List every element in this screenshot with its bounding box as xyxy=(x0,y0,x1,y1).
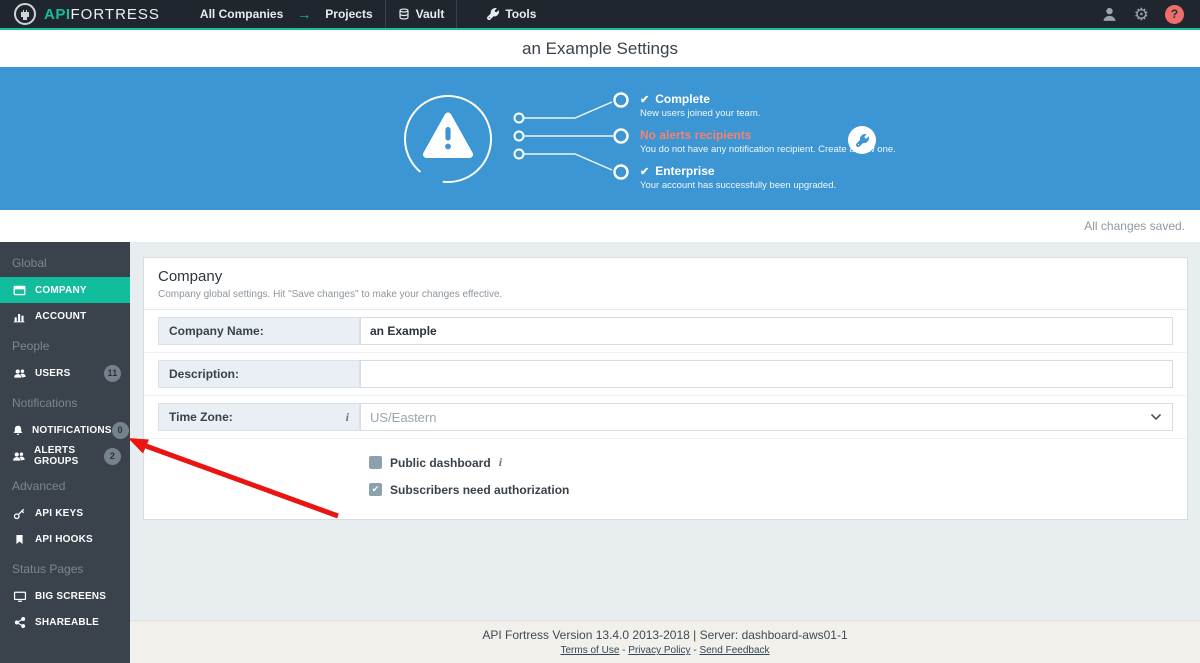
info-icon[interactable]: i xyxy=(499,455,502,470)
time-zone-select[interactable]: US/Eastern xyxy=(360,403,1173,431)
users-icon xyxy=(12,450,26,463)
settings-gear-icon[interactable]: ⚙ xyxy=(1134,6,1149,23)
sidebar-item-account[interactable]: ACCOUNT xyxy=(0,303,130,329)
sidebar-item-users[interactable]: USERS 11 xyxy=(0,360,130,386)
fix-alerts-button[interactable] xyxy=(848,126,876,154)
subscribers-authorization-checkbox[interactable]: ✔ Subscribers need authorization xyxy=(369,476,1187,503)
company-name-input[interactable] xyxy=(360,317,1173,345)
logo-text-api: API xyxy=(44,5,71,23)
nav-right-icons: ⚙ ? xyxy=(1101,4,1200,24)
description-row: Description: xyxy=(144,353,1187,396)
alerts-groups-count-badge: 2 xyxy=(104,447,121,465)
checkbox-group: Public dashboard i ✔ Subscribers need au… xyxy=(144,439,1187,519)
card-title: Company xyxy=(158,268,223,285)
send-feedback-link[interactable]: Send Feedback xyxy=(699,645,769,656)
help-icon[interactable]: ? xyxy=(1165,4,1184,24)
logo-text-fortress: FORTRESS xyxy=(70,5,160,23)
footer-links: Terms of Use - Privacy Policy - Send Fee… xyxy=(560,645,770,656)
public-dashboard-checkbox[interactable]: Public dashboard i xyxy=(369,449,1187,476)
banner-step-complete: ✔ Complete New users joined your team. xyxy=(640,92,761,119)
privacy-policy-link[interactable]: Privacy Policy xyxy=(628,645,690,656)
description-label: Description: xyxy=(158,360,360,388)
check-icon: ✔ xyxy=(640,93,650,106)
app-logo[interactable]: API FORTRESS xyxy=(14,3,160,25)
nav-tools[interactable]: Tools xyxy=(475,0,548,28)
status-banner: ✔ Complete New users joined your team. No… xyxy=(0,67,1200,210)
nav-all-companies[interactable]: All Companies xyxy=(188,0,295,28)
key-icon xyxy=(12,507,27,520)
notifications-count-badge: 0 xyxy=(111,421,129,439)
page-footer: API Fortress Version 13.4.0 2013-2018 | … xyxy=(130,620,1200,663)
checkbox-checked-icon: ✔ xyxy=(369,483,382,496)
breadcrumb-arrow-icon: → xyxy=(297,6,312,22)
sidebar-section-global: Global xyxy=(12,256,47,270)
users-icon xyxy=(12,367,27,380)
nav-vault[interactable]: Vault xyxy=(386,0,457,28)
sidebar-section-status-pages: Status Pages xyxy=(12,562,84,576)
company-icon xyxy=(12,284,27,297)
sidebar-item-alerts-groups[interactable]: ALERTS GROUPS 2 xyxy=(0,443,130,469)
sidebar-item-shareable[interactable]: SHAREABLE xyxy=(0,609,130,635)
sidebar-item-api-keys[interactable]: API KEYS xyxy=(0,500,130,526)
sidebar-section-notifications: Notifications xyxy=(12,396,78,410)
top-navbar: API FORTRESS All Companies → Projects Vau… xyxy=(0,0,1200,30)
sidebar-section-people: People xyxy=(12,339,50,353)
time-zone-label: Time Zone: i xyxy=(158,403,360,431)
sidebar-section-advanced: Advanced xyxy=(12,479,66,493)
description-input[interactable] xyxy=(360,360,1173,388)
company-name-row: Company Name: xyxy=(144,310,1187,353)
checkbox-unchecked-icon xyxy=(369,456,382,469)
banner-step-enterprise: ✔ Enterprise Your account has successfull… xyxy=(640,164,837,191)
card-subtitle: Company global settings. Hit "Save chang… xyxy=(158,289,503,300)
company-settings-card: Company Company global settings. Hit "Sa… xyxy=(143,257,1188,520)
info-icon[interactable]: i xyxy=(346,410,349,425)
monitor-icon xyxy=(12,590,27,603)
sidebar-item-big-screens[interactable]: BIG SCREENS xyxy=(0,583,130,609)
fortress-logo-icon xyxy=(14,3,36,25)
chart-icon xyxy=(12,310,27,323)
wrench-icon xyxy=(855,133,869,147)
check-icon: ✔ xyxy=(640,165,650,178)
chevron-down-icon xyxy=(1150,413,1162,421)
terms-of-use-link[interactable]: Terms of Use xyxy=(560,645,619,656)
sidebar-item-company[interactable]: COMPANY xyxy=(0,277,130,303)
user-account-icon[interactable] xyxy=(1101,6,1118,23)
main-content: Company Company global settings. Hit "Sa… xyxy=(130,242,1200,620)
page-title: an Example Settings xyxy=(0,30,1200,67)
save-status-text: All changes saved. xyxy=(1084,219,1185,233)
share-icon xyxy=(12,616,27,629)
time-zone-row: Time Zone: i US/Eastern xyxy=(144,396,1187,439)
nav-separator xyxy=(456,0,458,28)
app-window: API FORTRESS All Companies → Projects Vau… xyxy=(0,0,1200,663)
sidebar-item-api-hooks[interactable]: API HOOKS xyxy=(0,526,130,552)
nav-menu: All Companies → Projects Vault Tools xyxy=(188,0,549,28)
wrench-icon xyxy=(487,8,500,20)
version-text: API Fortress Version 13.4.0 2013-2018 | … xyxy=(482,628,848,642)
save-status-bar: All changes saved. xyxy=(0,210,1200,242)
company-name-label: Company Name: xyxy=(158,317,360,345)
users-count-badge: 11 xyxy=(104,364,121,382)
settings-sidebar: Global COMPANY ACCOUNT People USERS 11 N… xyxy=(0,242,130,663)
database-icon xyxy=(398,8,410,20)
sidebar-item-notifications[interactable]: NOTIFICATIONS 0 xyxy=(0,417,130,443)
bell-icon xyxy=(12,424,24,437)
bookmark-icon xyxy=(12,533,27,546)
nav-projects[interactable]: Projects xyxy=(313,0,384,28)
